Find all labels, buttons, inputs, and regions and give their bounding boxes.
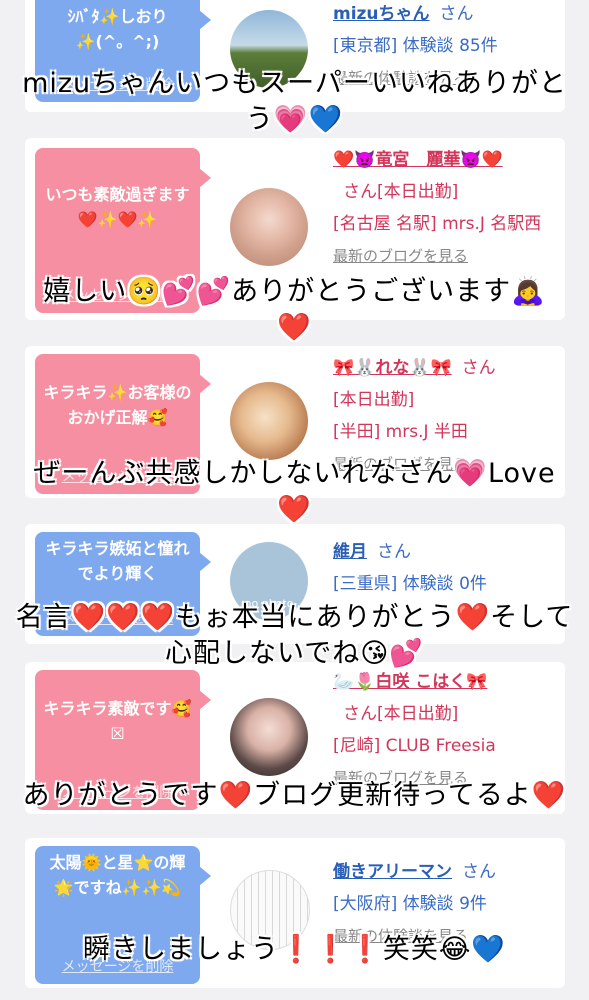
message-text: 太陽🌞と星⭐️の輝🌟ですね✨✨💫: [49, 853, 186, 897]
honorific: さん[本日出勤]: [343, 182, 459, 202]
avatar[interactable]: [230, 188, 308, 266]
avatar[interactable]: [230, 382, 308, 460]
overlay-caption: 名言❤️❤️❤️もぉ本当にありがとう❤️そして心配しないでね😘💕: [15, 602, 574, 669]
overlay-caption: 瞬きしましょう❗️❗️❗️笑笑😂💙: [82, 934, 507, 965]
overlay-caption: ありがとうです❤️ブログ更新待ってるよ❤️: [22, 780, 567, 811]
message-text: キラキラ素敵です🥰☒: [43, 699, 192, 743]
user-name-link[interactable]: 🦢🌷白咲 こはく🎀: [333, 672, 487, 692]
message-text: キラキラ✨お客様のおかげ正解🥰: [43, 383, 192, 427]
latest-link[interactable]: 最新のブログを見る: [333, 240, 558, 272]
user-name-link[interactable]: 働きアリーマン: [333, 862, 452, 882]
user-name-link[interactable]: mizuちゃん: [333, 4, 430, 24]
honorific: さん: [377, 542, 411, 562]
honorific: さん: [462, 862, 496, 882]
overlay-caption: ぜーんぶ共感しかしないれなさん💗Love❤️: [33, 458, 556, 525]
user-meta: [名古屋 名駅] mrs.J 名駅西: [333, 214, 542, 234]
honorific: さん[本日出勤]: [343, 704, 459, 724]
user-name-link[interactable]: 維月: [333, 542, 367, 562]
honorific: さん: [461, 358, 496, 378]
user-meta: [大阪府] 体験談 9件: [333, 894, 487, 914]
overlay-caption: mizuちゃんいつもスーパーいいねありがとう💗💙: [22, 68, 567, 135]
message-text: ｼﾊﾞﾀ✨しおり✨(^。^;): [67, 7, 168, 51]
user-name-link[interactable]: 🎀🐰れな🐰🎀: [333, 358, 452, 378]
user-meta: [東京都] 体験談 85件: [333, 36, 498, 56]
user-meta: [尼崎] CLUB Freesia: [333, 736, 496, 756]
overlay-caption: 嬉しい🥺💕💕ありがとうございます🙇‍♀️❤️: [43, 276, 546, 343]
user-meta: [本日出勤]: [333, 390, 415, 410]
user-meta: [三重県] 体験談 0件: [333, 574, 487, 594]
message-text: キラキラ嫉妬と憧れでより輝く: [45, 539, 190, 583]
user-meta: [半田] mrs.J 半田: [333, 422, 468, 442]
avatar[interactable]: [230, 698, 308, 776]
honorific: さん: [439, 4, 474, 24]
message-text: いつも素敵過ぎます❤️✨❤️✨: [45, 185, 190, 229]
user-name-link[interactable]: ❤️👿竜宮 麗華👿❤️: [333, 150, 503, 170]
